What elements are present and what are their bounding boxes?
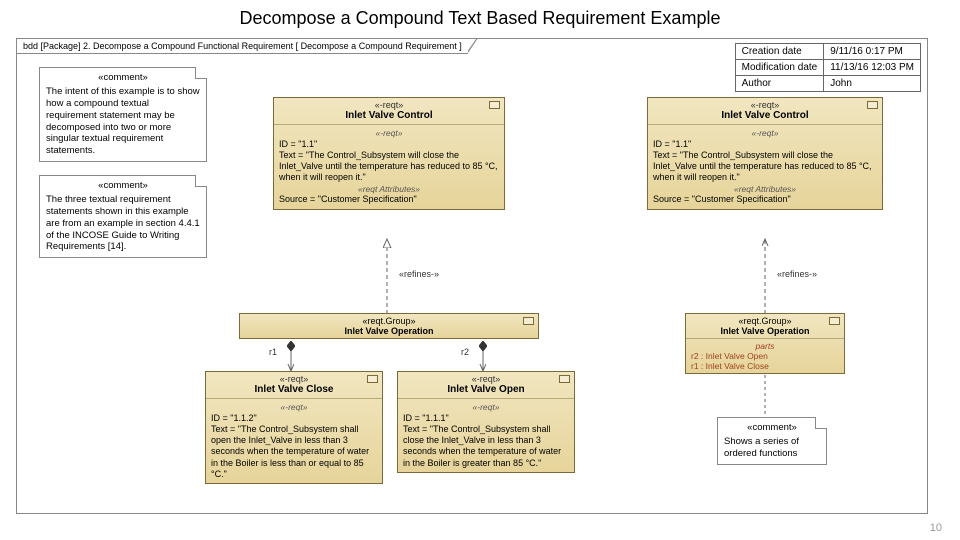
- note-fold-icon: [815, 417, 827, 429]
- block-icon: [559, 375, 570, 383]
- block-icon: [367, 375, 378, 383]
- label-r2: r2: [461, 347, 469, 357]
- label-refines-left: «refines-»: [399, 269, 439, 279]
- page-title: Decompose a Compound Text Based Requirem…: [0, 0, 960, 35]
- frame-label: bdd [Package] 2. Decompose a Compound Fu…: [16, 38, 468, 54]
- page-number: 10: [930, 522, 942, 534]
- block-icon: [489, 101, 500, 109]
- table-row: AuthorJohn: [735, 76, 920, 92]
- note-fold-icon: [195, 67, 207, 79]
- block-inlet-valve-open: «-reqt» Inlet Valve Open «-reqt» ID = "1…: [397, 371, 575, 473]
- table-row: Modification date11/13/16 12:03 PM: [735, 60, 920, 76]
- label-refines-right: «refines-»: [777, 269, 817, 279]
- block-inlet-valve-control-left: «-reqt» Inlet Valve Control «-reqt» ID =…: [273, 97, 505, 210]
- metadata-table: Creation date9/11/16 0:17 PM Modificatio…: [735, 43, 921, 92]
- label-r1: r1: [269, 347, 277, 357]
- comment-note-ordered: «comment» Shows a series of ordered func…: [717, 417, 827, 465]
- block-inlet-valve-operation-right: «reqt.Group» Inlet Valve Operation parts…: [685, 313, 845, 374]
- block-icon: [523, 317, 534, 325]
- diagram-frame: bdd [Package] 2. Decompose a Compound Fu…: [16, 38, 928, 514]
- block-inlet-valve-operation-left: «reqt.Group» Inlet Valve Operation: [239, 313, 539, 339]
- note-fold-icon: [195, 175, 207, 187]
- block-inlet-valve-close: «-reqt» Inlet Valve Close «-reqt» ID = "…: [205, 371, 383, 484]
- table-row: Creation date9/11/16 0:17 PM: [735, 44, 920, 60]
- block-icon: [829, 317, 840, 325]
- comment-note-intent: «comment» The intent of this example is …: [39, 67, 207, 162]
- block-inlet-valve-control-right: «-reqt» Inlet Valve Control «-reqt» ID =…: [647, 97, 883, 210]
- comment-note-source: «comment» The three textual requirement …: [39, 175, 207, 258]
- block-icon: [867, 101, 878, 109]
